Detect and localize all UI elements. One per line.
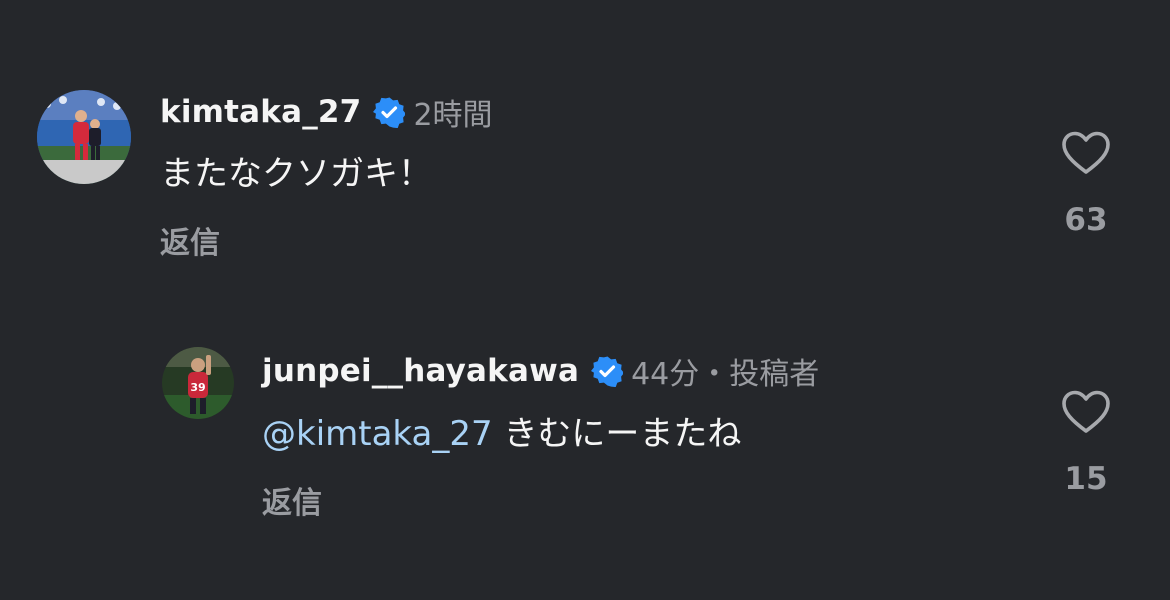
reply-button[interactable]: 返信 <box>262 478 322 522</box>
comment-thread: kimtaka_27 2時間 またなクソガキ！ 返信 63 39 junpei_… <box>0 0 1170 600</box>
heart-icon[interactable] <box>1061 130 1111 176</box>
verified-badge-icon <box>373 96 406 128</box>
timestamp: 2時間 <box>413 98 493 133</box>
like-control: 15 <box>1046 389 1126 497</box>
comment-body: またなクソガキ！ <box>160 154 432 194</box>
username[interactable]: kimtaka_27 <box>160 94 361 130</box>
like-control: 63 <box>1046 130 1126 238</box>
soccer-player-avatar-icon <box>37 90 131 184</box>
mention-link[interactable]: @kimtaka_27 <box>262 414 493 454</box>
avatar[interactable]: 39 <box>162 347 234 419</box>
comment-text: @kimtaka_27 きむにーまたね <box>262 406 741 455</box>
timestamp: 44分・投稿者 <box>631 357 820 392</box>
avatar[interactable] <box>37 90 131 184</box>
username[interactable]: junpei__hayakawa <box>262 353 579 389</box>
comment-header: junpei__hayakawa 44分・投稿者 <box>262 349 819 393</box>
heart-icon[interactable] <box>1061 389 1111 435</box>
verified-badge-icon <box>591 355 624 387</box>
reply-button[interactable]: 返信 <box>160 218 220 262</box>
like-count: 63 <box>1064 202 1108 238</box>
svg-text:39: 39 <box>190 381 205 394</box>
comment-body: きむにーまたね <box>503 414 742 454</box>
comment-header: kimtaka_27 2時間 <box>160 90 493 134</box>
soccer-player-avatar-icon: 39 <box>162 347 234 419</box>
comment-text: またなクソガキ！ <box>160 146 432 195</box>
like-count: 15 <box>1064 461 1108 497</box>
